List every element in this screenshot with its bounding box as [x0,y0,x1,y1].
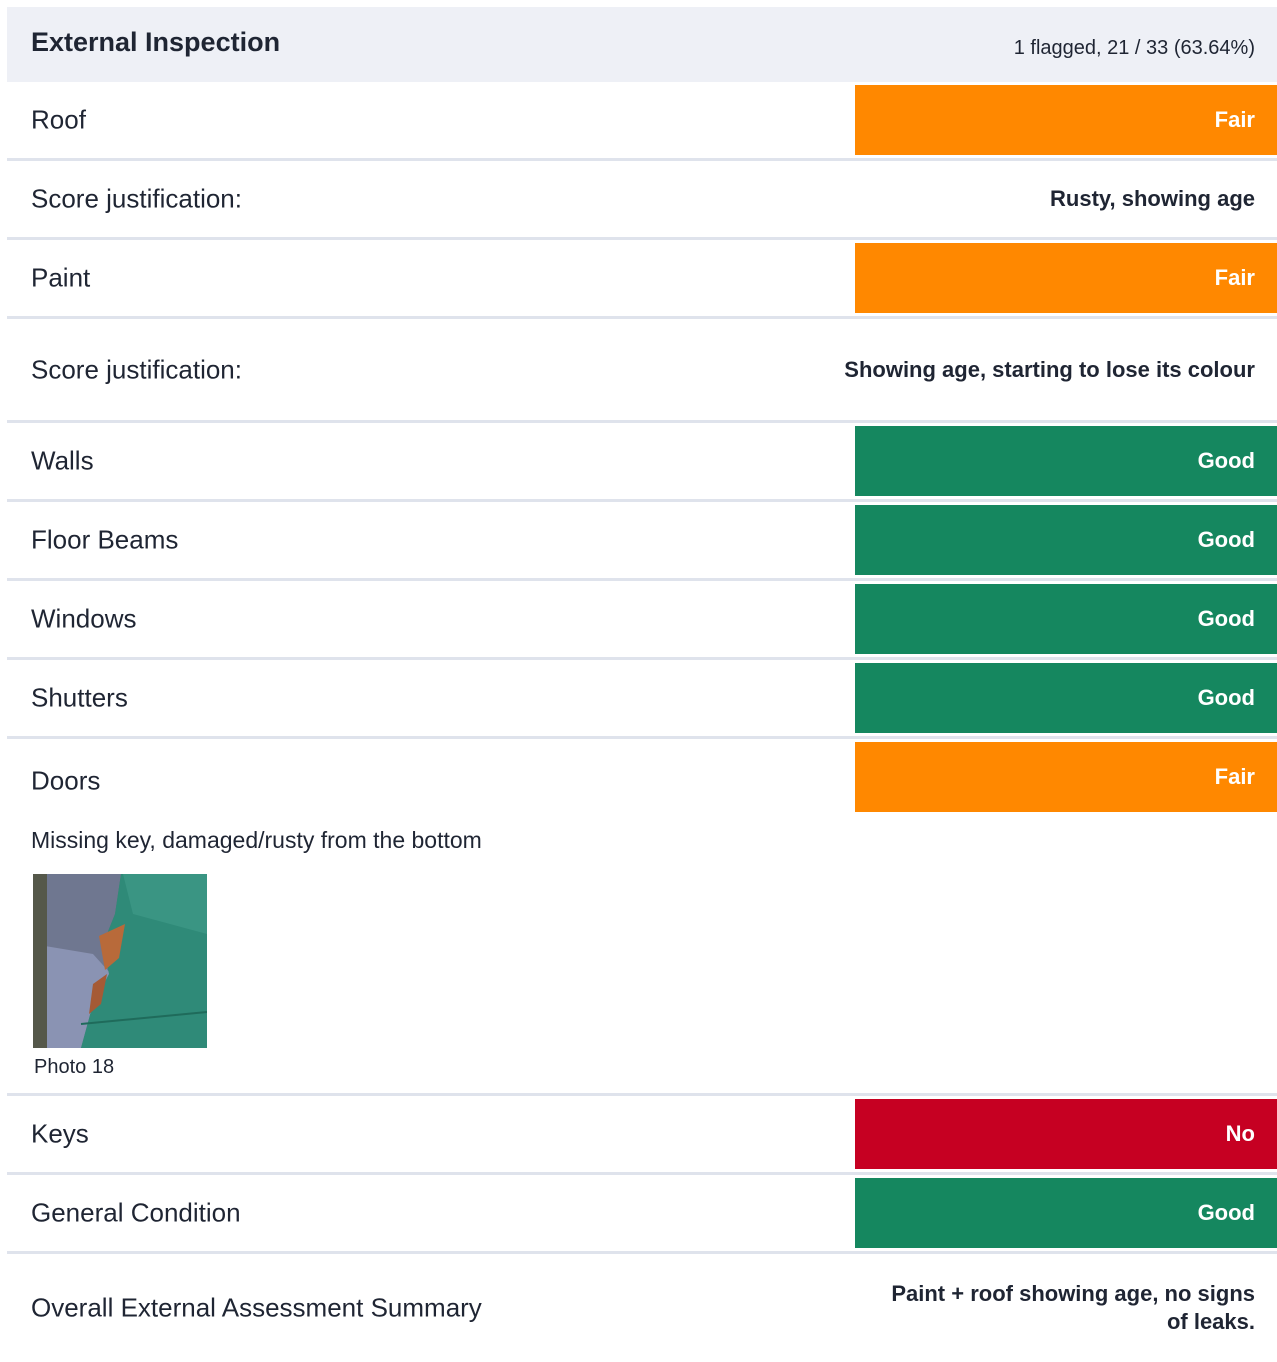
response-badge-good[interactable]: Good [855,426,1277,496]
response-text: Good [1197,527,1255,552]
response-badge-good[interactable]: Good [855,1178,1277,1248]
question-row-general-condition: General Condition Good [7,1175,1277,1254]
question-label: Windows [31,603,137,634]
response-text: Good [1197,448,1255,473]
question-row-doors: Doors Fair Missing key, damaged/rusty fr… [7,739,1277,1096]
photo-caption: Photo 18 [34,1056,115,1078]
question-row-windows: Windows Good [7,581,1277,660]
question-label: Shutters [31,682,128,713]
response-text: Good [1197,606,1255,631]
question-row-summary: Overall External Assessment Summary Pain… [7,1254,1277,1362]
response-badge-good[interactable]: Good [855,663,1277,733]
question-label: Paint [31,262,91,293]
question-label: Roof [31,104,86,135]
section-title: External Inspection [31,27,281,57]
question-row-walls: Walls Good [7,423,1277,502]
question-row-paint-justification: Score justification: Showing age, starti… [7,319,1277,423]
response-text: Fair [1214,764,1255,789]
text-response: Paint + roof showing age, no signs of le… [891,1281,1255,1334]
response-text: Good [1197,1200,1255,1225]
question-label: Doors [31,765,101,796]
inspection-photo[interactable] [33,874,207,1048]
question-row-roof-justification: Score justification: Rusty, showing age [7,161,1277,240]
question-row-roof: Roof Fair [7,82,1277,161]
section-header[interactable]: External Inspection 1 flagged, 21 / 33 (… [7,7,1277,82]
response-badge-good[interactable]: Good [855,584,1277,654]
response-badge-fair[interactable]: Fair [855,243,1277,313]
response-text: No [1225,1121,1255,1146]
question-label: Overall External Assessment Summary [31,1292,482,1323]
question-row-shutters: Shutters Good [7,660,1277,739]
question-row-keys: Keys No [7,1096,1277,1175]
question-label: General Condition [31,1197,241,1228]
question-label: Score justification: [31,183,242,214]
question-row-paint: Paint Fair [7,240,1277,319]
response-text: Good [1197,685,1255,710]
response-text: Fair [1214,107,1255,132]
section-progress: 1 flagged, 21 / 33 (63.64%) [1013,37,1255,59]
question-label: Score justification: [31,354,242,384]
question-label: Walls [31,445,94,476]
text-response: Showing age, starting to lose its colour [844,356,1255,382]
text-response: Rusty, showing age [1050,186,1255,211]
response-badge-fair[interactable]: Fair [855,85,1277,155]
response-badge-good[interactable]: Good [855,505,1277,575]
inspection-note: Missing key, damaged/rusty from the bott… [31,827,482,853]
response-badge-no[interactable]: No [855,1099,1277,1169]
question-row-floor-beams: Floor Beams Good [7,502,1277,581]
question-label: Keys [31,1118,89,1149]
photo-image [33,874,207,1048]
response-text: Fair [1214,265,1255,290]
response-badge-fair[interactable]: Fair [855,742,1277,812]
question-label: Floor Beams [31,524,179,555]
inspection-section: External Inspection 1 flagged, 21 / 33 (… [7,7,1277,1362]
